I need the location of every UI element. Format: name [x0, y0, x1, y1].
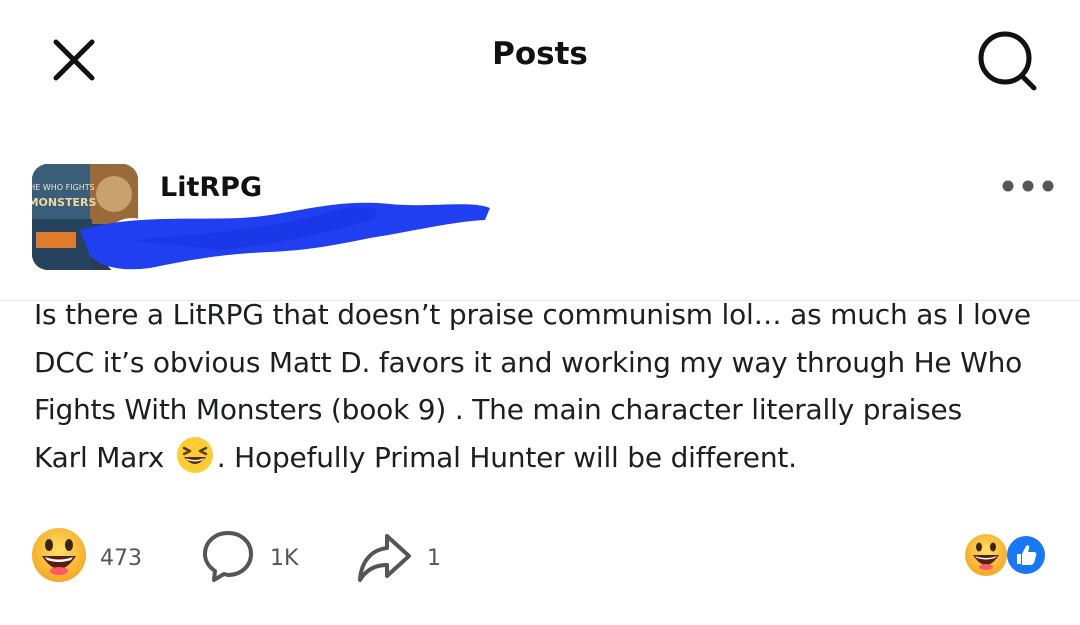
laughing-emoji-icon [176, 436, 213, 473]
page-title: Posts [492, 36, 588, 72]
action-bar: 473 1K 1 [0, 520, 1080, 590]
post-text-line: Is there a LitRPG that doesn’t praise co… [34, 298, 1031, 331]
haha-reaction-icon [32, 528, 86, 582]
comment-icon [203, 531, 253, 582]
post-text-segment: . Hopefully Primal Hunter will be differ… [216, 440, 797, 474]
top-bar: Posts [0, 0, 1080, 120]
redaction-scribble [80, 202, 490, 270]
share-icon [358, 534, 411, 582]
more-dots-icon [1002, 180, 1054, 192]
post-text-line: DCC it’s obvious Matt D. favors it and w… [34, 345, 1023, 379]
post-body: Is there a LitRPG that doesn’t praise co… [34, 291, 1064, 481]
more-options-button[interactable] [1000, 172, 1056, 200]
reactions-icons [965, 533, 1048, 577]
post-text-segment: Karl Marx [34, 440, 173, 474]
search-button[interactable] [972, 26, 1042, 96]
post-text-line: Karl Marx . Hopefully Primal Hunter will… [34, 434, 1064, 482]
share-count: 1 [427, 546, 441, 571]
post-text-line: Fights With Monsters (book 9) . The main… [34, 393, 962, 426]
reaction-count: 473 [100, 546, 142, 571]
comment-button[interactable]: 1K [200, 524, 310, 588]
share-button[interactable]: 1 [355, 524, 445, 588]
reactions-summary[interactable] [960, 530, 1050, 580]
comment-count: 1K [270, 546, 299, 571]
react-button[interactable]: 473 [30, 524, 180, 588]
search-icon [978, 31, 1037, 91]
